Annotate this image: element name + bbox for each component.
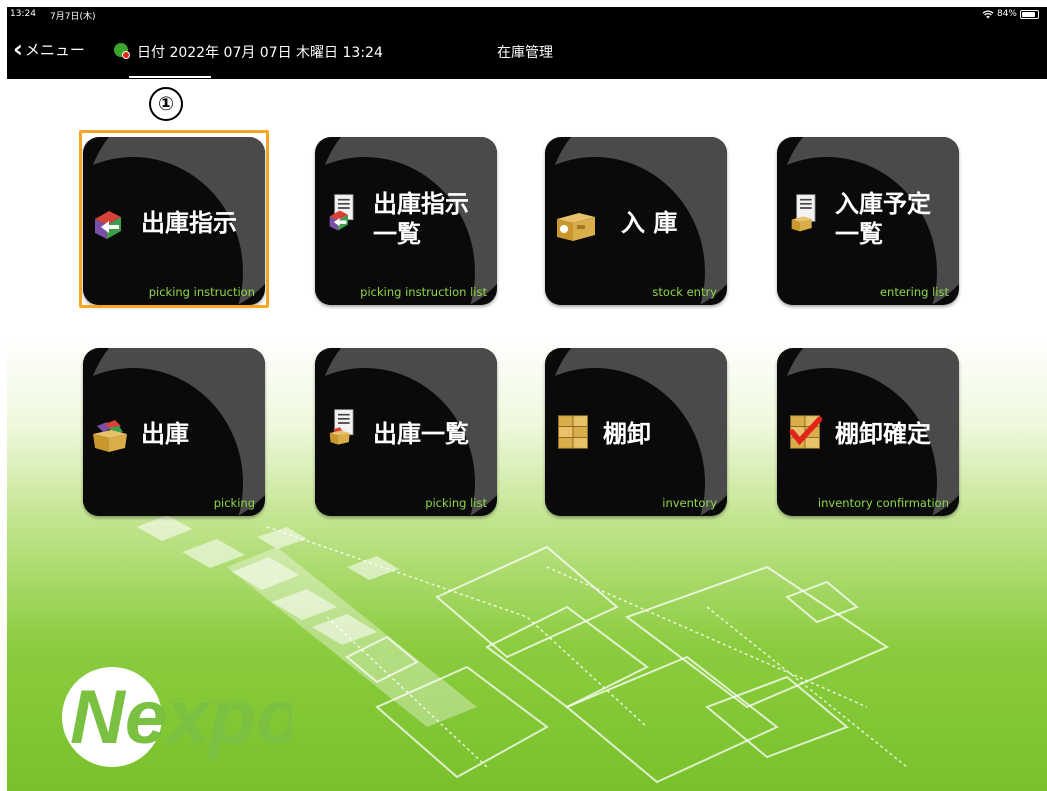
date-prefix: 日付 bbox=[137, 45, 165, 61]
back-label: メニュー bbox=[24, 40, 85, 59]
tile-inventory-confirmation[interactable]: 棚卸確定 inventory confirmation bbox=[777, 348, 959, 516]
tile-picking-instruction-list[interactable]: 出庫指示 一覧 picking instruction list bbox=[315, 137, 497, 305]
tile-stock-entry[interactable]: 入 庫 stock entry bbox=[545, 137, 727, 305]
tile-entering-list[interactable]: 入庫予定 一覧 entering list bbox=[777, 137, 959, 305]
chevron-left-icon: ‹ bbox=[13, 35, 23, 63]
logo-text: Nexpo bbox=[70, 675, 292, 760]
date-underline bbox=[129, 76, 211, 78]
status-date: 7月7日(木) bbox=[50, 12, 96, 22]
tile-title: 出庫指示 bbox=[373, 190, 469, 218]
battery-percent: 84% bbox=[996, 9, 1017, 19]
tile-subtitle: picking instruction list bbox=[360, 285, 487, 299]
nav-bar: ‹ メニュー 日付 2022年 07月 07日 木曜日 13:24 在庫管理 bbox=[7, 23, 1047, 79]
tile-title-line2: 一覧 bbox=[835, 220, 883, 248]
picking-icon bbox=[93, 420, 127, 452]
date-display[interactable]: 日付 2022年 07月 07日 木曜日 13:24 bbox=[137, 42, 383, 62]
tile-title: 棚卸 bbox=[603, 420, 651, 448]
picking-list-icon bbox=[329, 409, 354, 445]
stock-entry-icon bbox=[557, 213, 595, 241]
status-indicators: 84% bbox=[982, 9, 1039, 19]
tile-title: 出庫 bbox=[141, 420, 189, 448]
picking-instruction-icon bbox=[95, 211, 121, 239]
tile-subtitle: stock entry bbox=[652, 285, 717, 299]
tile-title: 出庫一覧 bbox=[373, 420, 469, 448]
tile-picking-list[interactable]: 出庫一覧 picking list bbox=[315, 348, 497, 516]
tile-title: 棚卸確定 bbox=[835, 420, 931, 448]
tile-inventory[interactable]: 棚卸 inventory bbox=[545, 348, 727, 516]
status-time: 13:24 bbox=[10, 9, 36, 19]
tile-subtitle: picking bbox=[213, 496, 255, 510]
tile-subtitle: inventory confirmation bbox=[817, 496, 949, 510]
tile-subtitle: picking instruction bbox=[148, 285, 255, 299]
back-button[interactable]: ‹ メニュー bbox=[13, 37, 85, 61]
date-value: 2022年 07月 07日 木曜日 13:24 bbox=[169, 45, 383, 61]
tile-subtitle: picking list bbox=[425, 496, 487, 510]
entering-list-icon bbox=[791, 194, 816, 232]
picking-instruction-list-icon bbox=[329, 194, 354, 231]
tile-title: 入 庫 bbox=[621, 209, 678, 237]
inventory-confirmation-icon bbox=[789, 415, 823, 449]
tile-title: 出庫指示 bbox=[141, 209, 237, 237]
page-title: 在庫管理 bbox=[497, 45, 553, 61]
wifi-icon bbox=[982, 9, 994, 18]
status-bar: 13:24 7月7日(木) 84% bbox=[7, 7, 1047, 23]
tile-subtitle: inventory bbox=[662, 496, 717, 510]
battery-icon bbox=[1020, 9, 1039, 19]
nexpo-logo: Nexpo bbox=[62, 667, 292, 767]
tile-subtitle: entering list bbox=[879, 285, 949, 299]
inventory-icon bbox=[558, 415, 589, 449]
tile-title: 入庫予定 bbox=[835, 190, 931, 218]
tile-picking[interactable]: 出庫 picking bbox=[83, 348, 265, 516]
tile-picking-instruction[interactable]: 出庫指示 picking instruction bbox=[83, 137, 265, 305]
tile-title-line2: 一覧 bbox=[373, 220, 421, 248]
app-screen: 13:24 7月7日(木) 84% ‹ メニュー 日付 2022年 07月 07… bbox=[7, 7, 1047, 791]
annotation-marker: ① bbox=[149, 87, 183, 121]
nexpo-status-icon bbox=[114, 43, 130, 59]
